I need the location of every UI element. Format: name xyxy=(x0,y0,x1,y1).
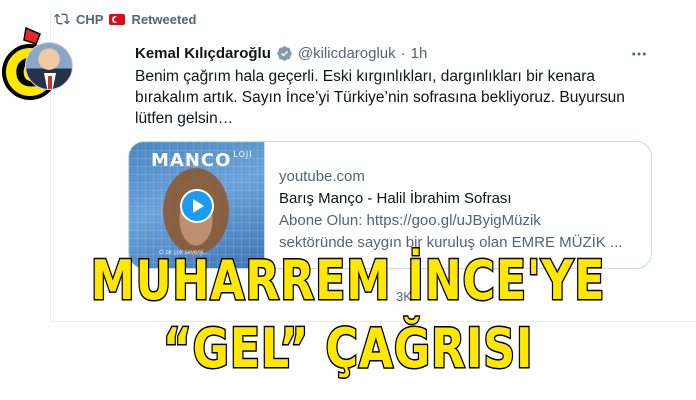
tweet-header: Kemal Kılıçdaroğlu @kilicdarogluk · 1h xyxy=(135,43,427,63)
avatar[interactable] xyxy=(25,42,73,90)
headline-line-1: MUHARREM İNCE'YE xyxy=(89,248,606,313)
thumbnail-title: MANCO LOJI xyxy=(151,150,253,171)
retweet-icon xyxy=(54,13,70,25)
link-domain: youtube.com xyxy=(279,168,365,185)
headline-line-2: “GEL” ÇAĞRISI xyxy=(162,316,534,381)
retweet-label: Retweeted xyxy=(131,11,197,27)
display-name[interactable]: Kemal Kılıçdaroğlu xyxy=(135,45,271,62)
link-description-line-1: Abone Olun: https://goo.gl/uJByigMüzik xyxy=(279,212,541,229)
thumbnail-title-text: MANCO xyxy=(151,150,232,171)
verified-icon xyxy=(277,45,292,61)
link-title[interactable]: Barış Manço - Halil İbrahim Sofrası xyxy=(279,188,639,210)
link-info: youtube.com Barış Manço - Halil İbrahim … xyxy=(279,166,639,254)
separator-dot: · xyxy=(400,44,406,62)
handle[interactable]: @kilicdarogluk xyxy=(298,45,396,62)
avatar-tie xyxy=(48,76,52,89)
more-icon[interactable] xyxy=(630,45,648,63)
tweet-text: Benim çağrım hala geçerli. Eski kırgınlı… xyxy=(135,68,625,127)
retweet-context[interactable]: CHP Retweeted xyxy=(54,10,196,28)
timestamp[interactable]: 1h xyxy=(411,45,428,62)
play-icon[interactable] xyxy=(180,189,214,223)
turkey-flag-icon xyxy=(109,13,126,25)
retweet-account[interactable]: CHP xyxy=(76,12,103,27)
thumbnail-badge: LOJI xyxy=(233,150,253,159)
